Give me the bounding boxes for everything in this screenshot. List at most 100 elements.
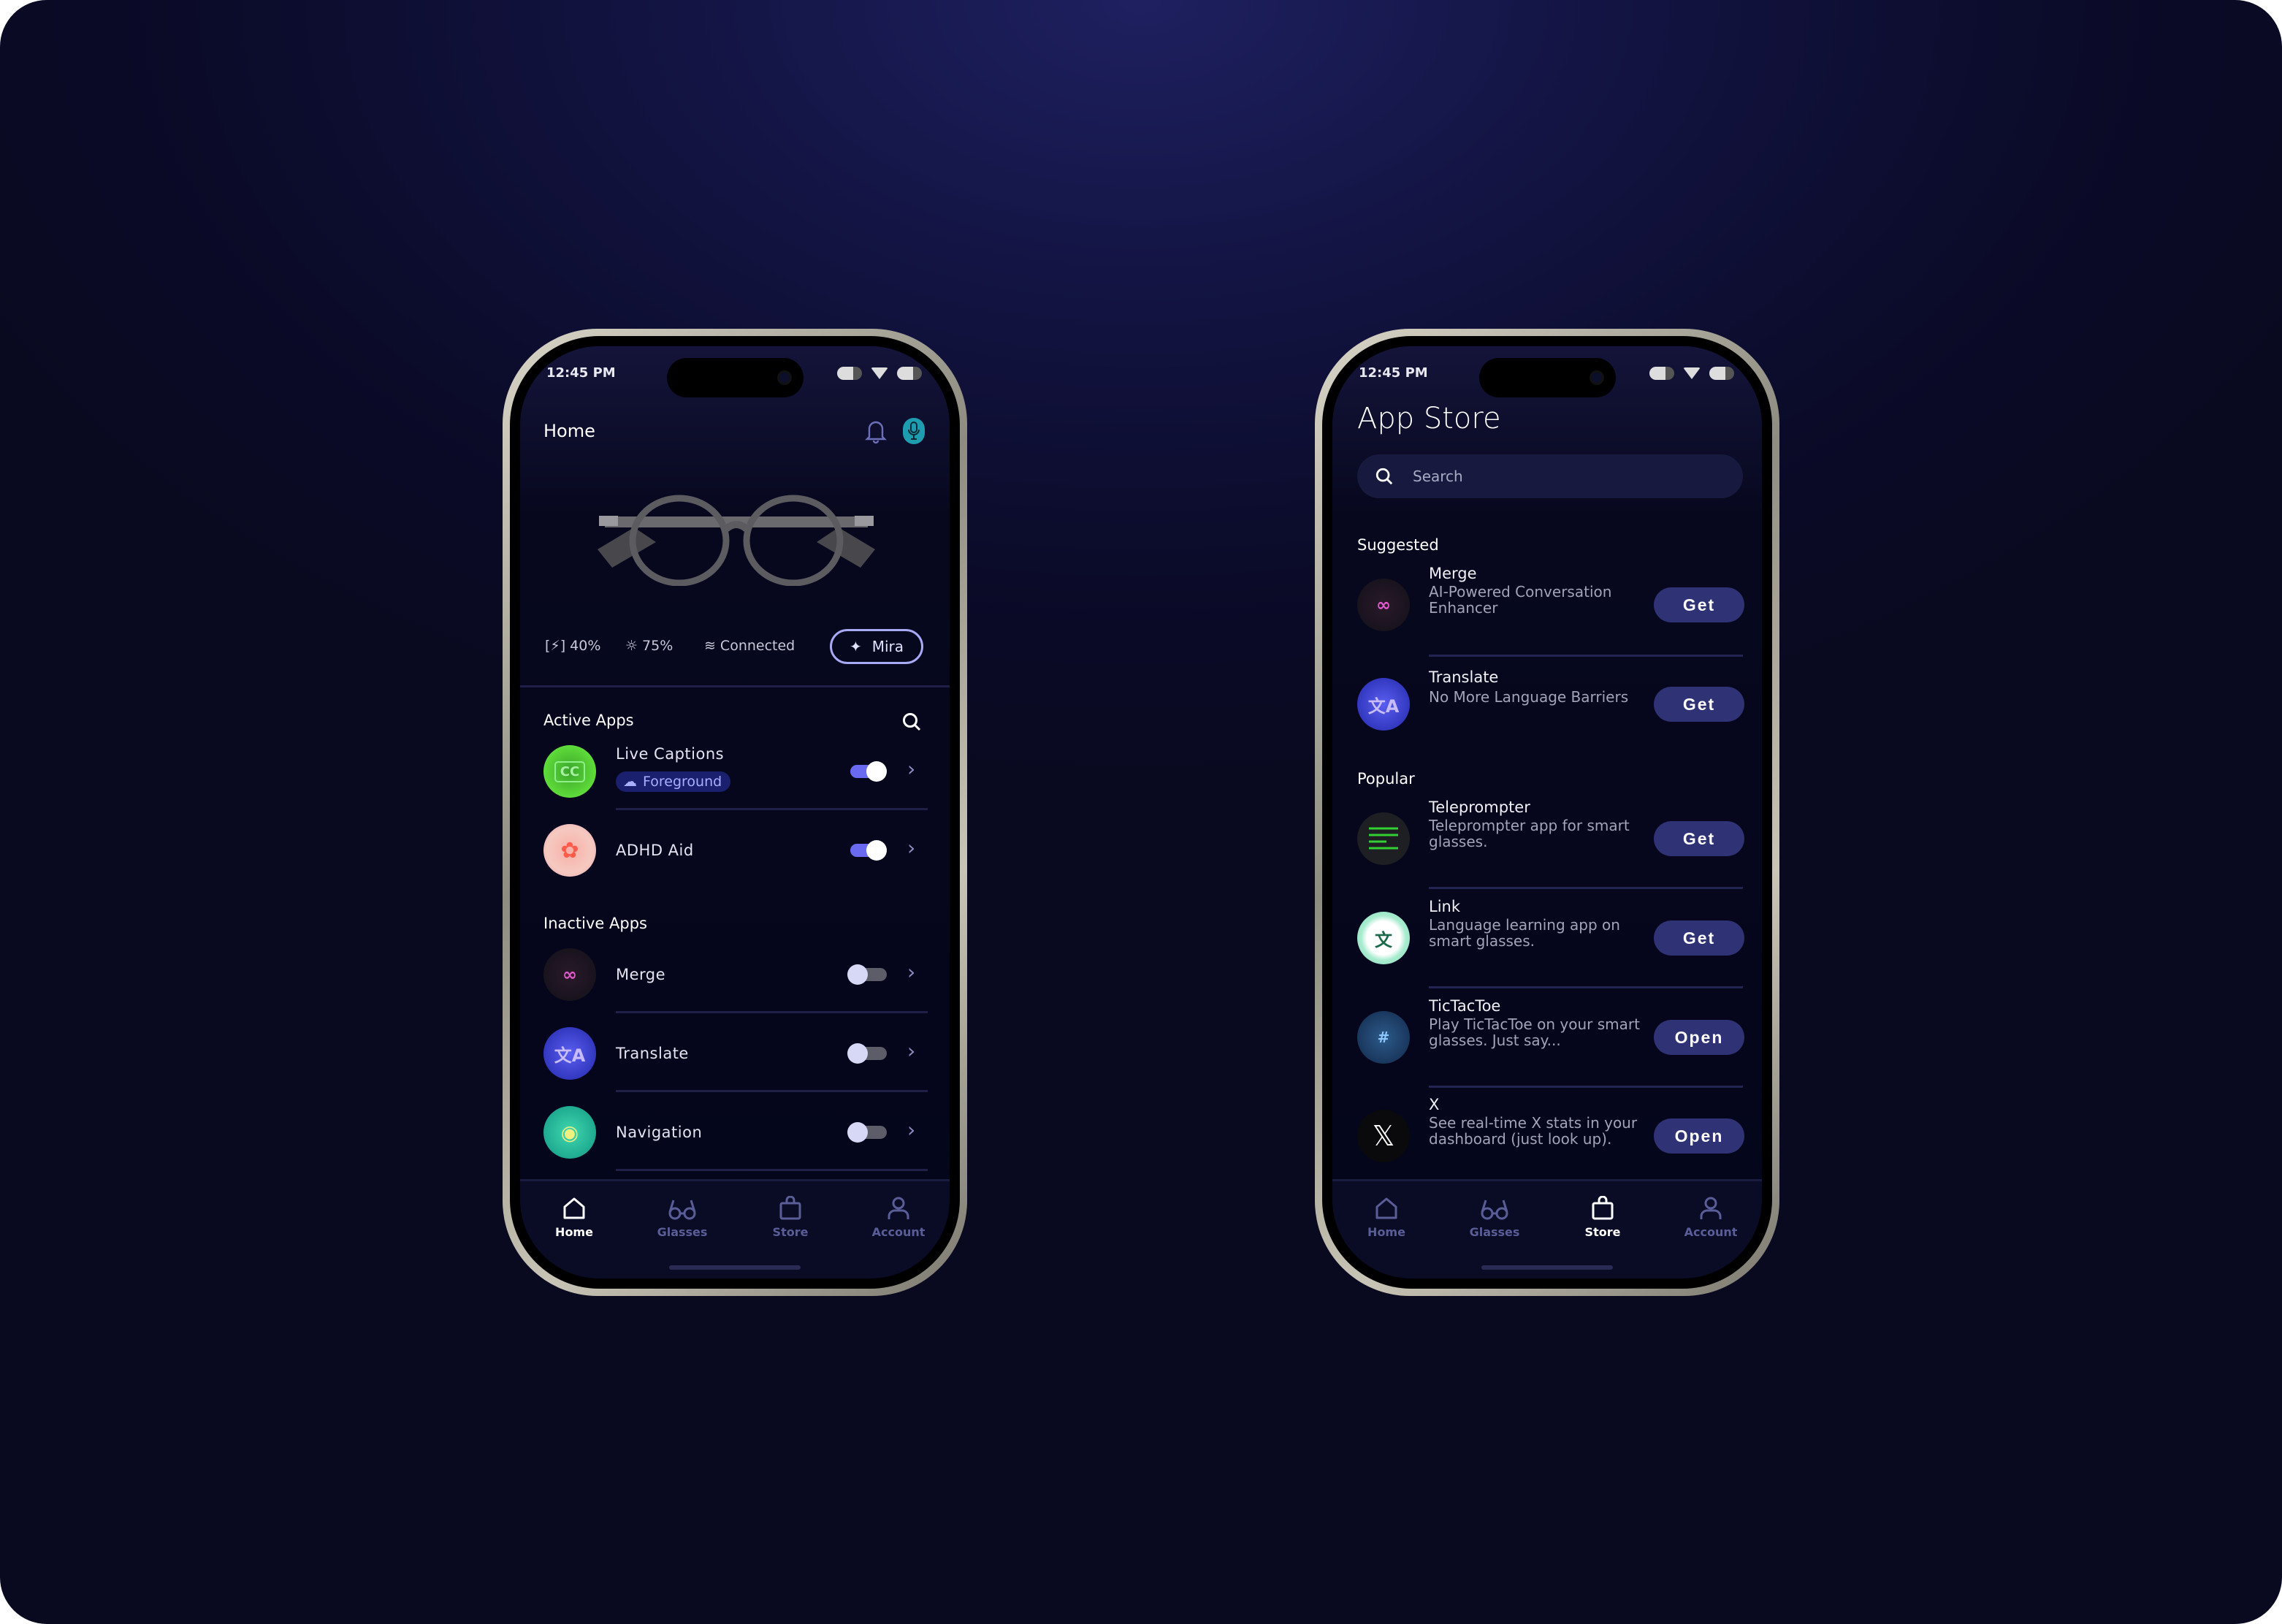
popular-heading: Popular <box>1357 770 1415 788</box>
app-row-adhd-aid[interactable]: ✿ ADHD Aid › <box>520 814 950 887</box>
get-button[interactable]: Get <box>1654 821 1744 856</box>
get-button[interactable]: Get <box>1654 587 1744 622</box>
app-name: Live Captions <box>616 745 725 763</box>
open-button[interactable]: Open <box>1654 1118 1744 1154</box>
app-name: Translate <box>1429 668 1499 686</box>
search-icon[interactable] <box>901 712 922 732</box>
app-row-merge[interactable]: ∞ Merge › <box>520 938 950 1011</box>
mira-button[interactable]: ✦ Mira <box>830 629 923 664</box>
tab-store[interactable]: Store <box>747 1196 834 1239</box>
wifi-icon <box>871 367 888 379</box>
active-apps-heading: Active Apps <box>543 712 634 729</box>
home-indicator <box>1481 1265 1613 1270</box>
chevron-right-icon[interactable]: › <box>907 960 915 984</box>
open-button[interactable]: Open <box>1654 1020 1744 1055</box>
glasses-icon <box>1481 1200 1508 1220</box>
sun-icon: ☼ <box>625 638 638 654</box>
app-name: Translate <box>616 1045 689 1062</box>
brightness-stat: ☼ 75% <box>625 638 673 654</box>
app-toggle[interactable] <box>847 1122 888 1143</box>
app-row-navigation[interactable]: ◉ Navigation › <box>520 1096 950 1169</box>
divider <box>1429 986 1743 988</box>
signal-icon <box>837 367 862 380</box>
foreground-badge: ☁ Foreground <box>616 771 731 792</box>
tab-bar: Home Glasses Store Account <box>1332 1179 1762 1278</box>
status-time: 12:45 PM <box>546 365 616 381</box>
app-description: AI-Powered Conversation Enhancer <box>1429 583 1612 617</box>
chevron-right-icon[interactable]: › <box>907 836 915 860</box>
mic-button[interactable] <box>903 418 925 444</box>
battery-icon <box>897 367 922 380</box>
captions-icon: CC <box>543 745 596 798</box>
divider <box>616 1090 928 1092</box>
translate-icon: 文A <box>543 1027 596 1080</box>
divider <box>1429 1086 1743 1088</box>
app-toggle[interactable] <box>847 761 888 782</box>
tab-glasses[interactable]: Glasses <box>638 1196 726 1239</box>
app-description: Teleprompter app for smart glasses. <box>1429 817 1630 850</box>
merge-icon: ∞ <box>1357 579 1410 631</box>
battery-icon <box>1709 367 1734 380</box>
status-time: 12:45 PM <box>1359 365 1428 381</box>
shopping-bag-icon <box>1592 1196 1614 1220</box>
tictactoe-icon: # <box>1357 1011 1410 1064</box>
store-row-merge[interactable]: ∞ Merge AI-Powered Conversation Enhancer… <box>1332 565 1762 645</box>
tab-account[interactable]: Account <box>855 1196 942 1239</box>
home-screen: 12:45 PM Home [⚡] 40% ☼ 75% ≋ Connected ✦ Mi… <box>520 346 950 1278</box>
app-row-live-captions[interactable]: CC Live Captions ☁ Foreground › <box>520 735 950 808</box>
app-name: Merge <box>616 966 666 983</box>
app-row-translate[interactable]: 文A Translate › <box>520 1017 950 1090</box>
search-input[interactable]: Search <box>1357 454 1743 498</box>
divider <box>1429 887 1743 889</box>
sparkle-icon: ✦ <box>849 638 862 655</box>
tab-glasses[interactable]: Glasses <box>1451 1196 1538 1239</box>
cloud-icon: ☁ <box>623 774 637 790</box>
tab-home[interactable]: Home <box>1343 1196 1430 1239</box>
tab-store[interactable]: Store <box>1559 1196 1646 1239</box>
mic-icon <box>908 422 920 440</box>
app-name: TicTacToe <box>1429 997 1501 1015</box>
divider <box>616 808 928 810</box>
tab-bar: Home Glasses Store Account <box>520 1179 950 1278</box>
app-name: Link <box>1429 898 1461 915</box>
chevron-right-icon[interactable]: › <box>907 1039 915 1063</box>
app-description: Play TicTacToe on your smart glasses. Ju… <box>1429 1015 1640 1049</box>
search-icon <box>1375 468 1393 485</box>
app-name: X <box>1429 1096 1440 1113</box>
dynamic-island <box>1479 358 1616 397</box>
divider <box>1429 655 1743 657</box>
get-button[interactable]: Get <box>1654 687 1744 722</box>
page-title: Home <box>543 421 595 441</box>
app-name: Merge <box>1429 565 1477 582</box>
chevron-right-icon[interactable]: › <box>907 757 915 781</box>
home-indicator <box>669 1265 801 1270</box>
home-icon <box>563 1197 585 1219</box>
store-row-tictactoe[interactable]: # TicTacToe Play TicTacToe on your smart… <box>1332 997 1762 1078</box>
chevron-right-icon[interactable]: › <box>907 1118 915 1142</box>
connection-stat: ≋ Connected <box>704 638 795 654</box>
store-row-translate[interactable]: 文A Translate No More Language Barriers G… <box>1332 664 1762 744</box>
get-button[interactable]: Get <box>1654 920 1744 956</box>
app-toggle[interactable] <box>847 964 888 985</box>
battery-stat: [⚡] 40% <box>545 638 601 654</box>
store-row-link[interactable]: 文 Link Language learning app on smart gl… <box>1332 898 1762 978</box>
page-title: App Store <box>1357 402 1501 435</box>
store-screen: 12:45 PM App Store Search Suggested ∞ Me… <box>1332 346 1762 1278</box>
phone-store: 12:45 PM App Store Search Suggested ∞ Me… <box>1315 329 1779 1296</box>
store-row-teleprompter[interactable]: Teleprompter Teleprompter app for smart … <box>1332 798 1762 879</box>
bell-icon[interactable] <box>865 418 887 444</box>
glasses-icon <box>668 1200 696 1220</box>
store-row-x[interactable]: 𝕏 X See real-time X stats in your dashbo… <box>1332 1096 1762 1176</box>
showcase-background: 12:45 PM Home [⚡] 40% ☼ 75% ≋ Connected ✦ Mi… <box>0 0 2282 1624</box>
location-pin-icon: ◉ <box>543 1106 596 1159</box>
app-toggle[interactable] <box>847 840 888 861</box>
user-icon <box>888 1197 909 1219</box>
signal-icon <box>1649 367 1674 380</box>
tab-home[interactable]: Home <box>530 1196 618 1239</box>
app-description: Language learning app on smart glasses. <box>1429 916 1620 950</box>
x-logo-icon: 𝕏 <box>1357 1110 1410 1162</box>
app-toggle[interactable] <box>847 1043 888 1064</box>
shopping-bag-icon <box>779 1196 801 1220</box>
tab-account[interactable]: Account <box>1667 1196 1755 1239</box>
link-language-icon: 文 <box>1357 912 1410 964</box>
